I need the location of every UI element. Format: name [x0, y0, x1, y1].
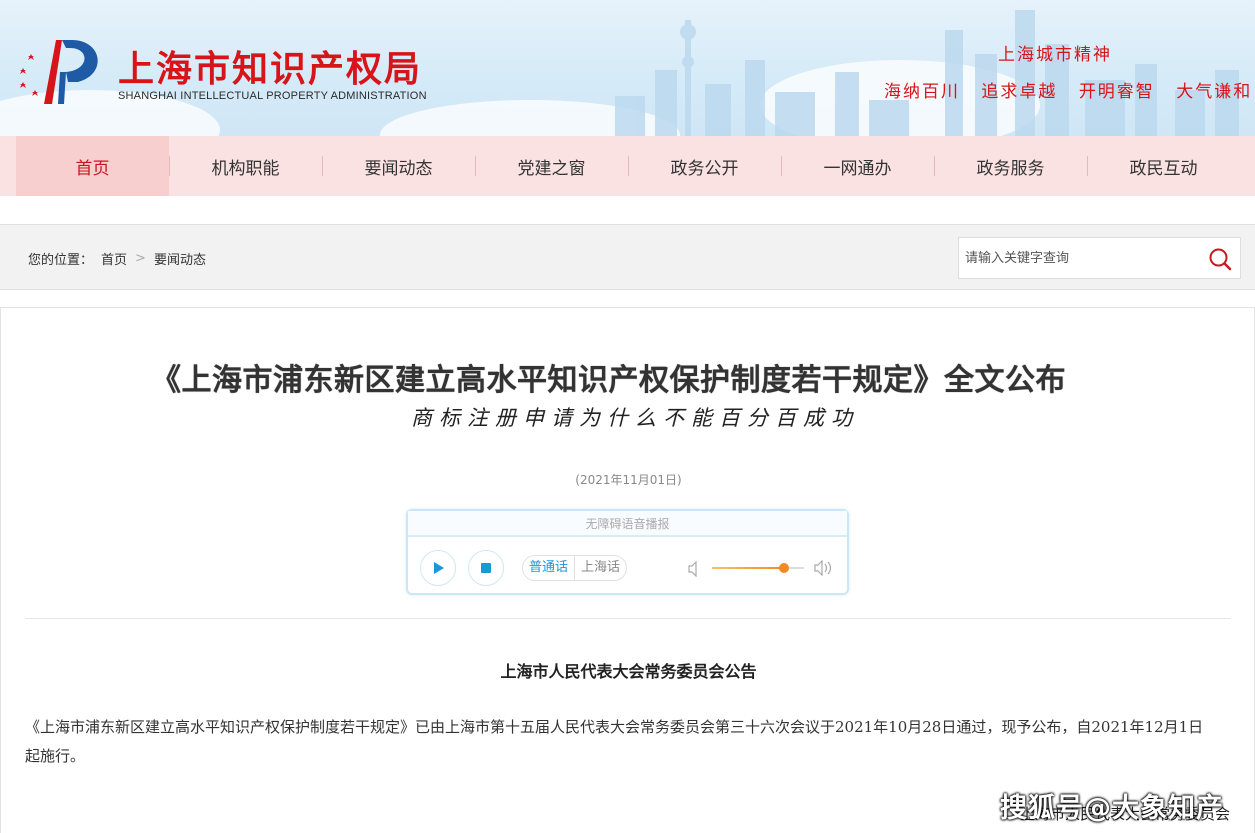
spirit-word: 开明睿智 [1078, 82, 1155, 102]
player-title: 无障碍语音播报 [408, 511, 847, 537]
sipa-logo-icon [20, 40, 98, 104]
nav-item-gov-services[interactable]: 政务服务 [934, 136, 1087, 196]
site-subtitle: SHANGHAI INTELLECTUAL PROPERTY ADMINISTR… [118, 90, 427, 102]
notice-title: 上海市人民代表大会常务委员会公告 [500, 662, 757, 681]
site-title: 上海市知识产权局 [118, 49, 423, 90]
breadcrumb-label: 您的位置： [28, 253, 94, 268]
lang-mandarin[interactable]: 普通话 [523, 556, 574, 580]
breadcrumb-home-link[interactable]: 首页 [101, 249, 127, 268]
nav-item-news[interactable]: 要闻动态 [322, 136, 475, 196]
volume-slider[interactable] [712, 563, 804, 573]
watermark-text: 搜狐号@大象知产 [1000, 793, 1224, 824]
nav-item-one-stop[interactable]: 一网通办 [781, 136, 934, 196]
skyline-illustration [615, 10, 1239, 136]
spirit-word: 追求卓越 [981, 82, 1058, 102]
city-spirit-words: 海纳百川 追求卓越 开明睿智 大气谦和 [884, 77, 1255, 102]
overlay-caption: 商标注册申请为什么不能百分百成功 [411, 406, 859, 430]
main-nav: 首页 机构职能 要闻动态 党建之窗 政务公开 一网通办 政务服务 政民互动 [0, 136, 1255, 196]
nav-item-gov-affairs[interactable]: 政务公开 [628, 136, 781, 196]
breadcrumb-current-link[interactable]: 要闻动态 [154, 249, 206, 268]
nav-item-home[interactable]: 首页 [16, 136, 169, 196]
nav-item-party[interactable]: 党建之窗 [475, 136, 628, 196]
nav-item-functions[interactable]: 机构职能 [169, 136, 322, 196]
volume-knob[interactable] [778, 563, 789, 573]
article-body: 《上海市浦东新区建立高水平知识产权保护制度若干规定》已由上海市第十五届人民代表大… [25, 718, 1204, 765]
audio-player: 无障碍语音播报 普通话 上海话 [406, 509, 849, 595]
stop-icon [481, 563, 491, 573]
section-divider [25, 618, 1231, 619]
lang-shanghainese[interactable]: 上海话 [574, 556, 626, 580]
volume-fill [712, 567, 784, 569]
breadcrumb-bar: 您的位置： 首页 > 要闻动态 [0, 224, 1255, 290]
search-input[interactable] [959, 238, 1199, 278]
search-box [958, 237, 1241, 279]
article-panel: 《上海市浦东新区建立高水平知识产权保护制度若干规定》全文公布 商标注册申请为什么… [0, 307, 1255, 833]
stop-button[interactable] [468, 550, 504, 586]
breadcrumb-separator: > [135, 251, 146, 266]
play-icon [434, 562, 444, 574]
article-date: (2021年11月01日) [575, 473, 682, 487]
city-spirit-title: 上海城市精神 [998, 45, 1112, 65]
header-banner: 上海市知识产权局 SHANGHAI INTELLECTUAL PROPERTY … [0, 0, 1255, 136]
search-icon[interactable] [1208, 247, 1232, 271]
volume-low-icon [688, 561, 697, 577]
language-switch: 普通话 上海话 [522, 555, 628, 581]
article-title: 《上海市浦东新区建立高水平知识产权保护制度若干规定》全文公布 [151, 363, 1066, 398]
breadcrumb: 您的位置： 首页 > 要闻动态 [28, 249, 206, 268]
spirit-word: 海纳百川 [884, 82, 960, 102]
play-button[interactable] [420, 550, 456, 586]
spirit-word: 大气谦和 [1176, 82, 1253, 102]
nav-item-interaction[interactable]: 政民互动 [1087, 136, 1240, 196]
volume-high-icon [814, 559, 832, 577]
